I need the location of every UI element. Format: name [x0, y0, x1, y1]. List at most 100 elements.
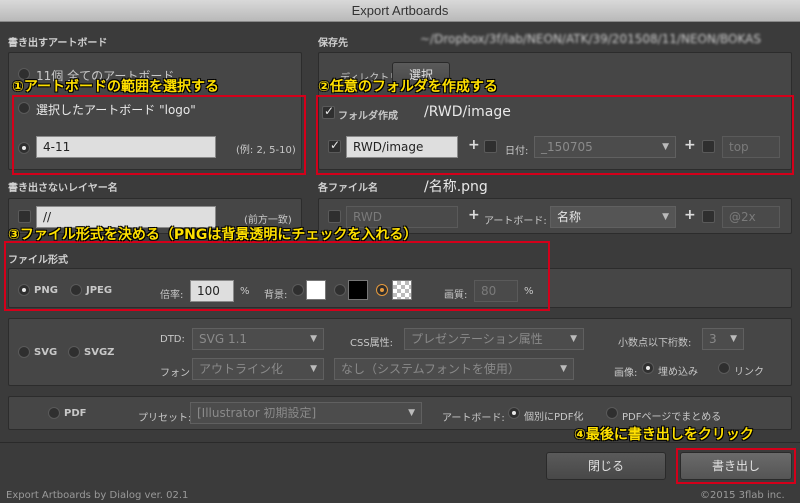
annotation-4: ④最後に書き出しをクリック — [574, 427, 754, 443]
chevron-down-icon: ▼ — [662, 142, 669, 152]
export-artboards-heading: 書き出すアートボード — [8, 38, 108, 49]
range-input[interactable]: 4-11 — [36, 136, 216, 158]
top-checkbox[interactable] — [702, 140, 715, 153]
plus-icon: + — [684, 137, 696, 153]
exclude-layers-heading: 書き出さないレイヤー名 — [8, 183, 118, 194]
link-radio[interactable] — [718, 362, 730, 374]
font-subset-value: なし（システムフォントを使用） — [341, 362, 520, 376]
date-checkbox[interactable] — [484, 140, 497, 153]
font-subset-select[interactable]: なし（システムフォントを使用） ▼ — [334, 358, 574, 380]
embed-radio[interactable] — [642, 362, 654, 374]
folder-checkbox[interactable] — [328, 138, 341, 153]
artboard-name-value: 名称 — [557, 210, 582, 224]
font-value: アウトライン化 — [199, 362, 284, 376]
file-names-heading: 各ファイル名 — [318, 183, 378, 194]
link-label: リンク — [734, 367, 764, 378]
bg-white-radio[interactable] — [292, 284, 304, 296]
quality-input[interactable]: 80 — [474, 280, 518, 302]
bg-transparent-radio[interactable] — [376, 284, 388, 296]
individual-pdf-radio[interactable] — [508, 407, 520, 419]
file-name-preview: /名称.png — [424, 179, 488, 195]
dtd-value: SVG 1.1 — [199, 332, 248, 346]
chevron-down-icon: ▼ — [730, 334, 737, 344]
dtd-select[interactable]: SVG 1.1 ▼ — [192, 328, 324, 350]
plus-icon: + — [468, 137, 480, 153]
quality-unit: % — [524, 286, 534, 297]
window-title: Export Artboards — [0, 0, 800, 22]
top-input[interactable]: top — [722, 136, 780, 158]
jpeg-radio[interactable] — [70, 284, 82, 296]
chevron-down-icon: ▼ — [408, 408, 415, 418]
svg-radio[interactable] — [18, 346, 30, 358]
svgz-radio[interactable] — [68, 346, 80, 358]
decimal-select[interactable]: 3 ▼ — [702, 328, 744, 350]
plus-icon: + — [468, 207, 480, 223]
create-folder-label: フォルダ作成 — [338, 111, 398, 122]
css-select[interactable]: プレゼンテーション属性 ▼ — [404, 328, 584, 350]
font-select[interactable]: アウトライン化 ▼ — [192, 358, 324, 380]
preset-select[interactable]: [Illustrator 初期設定] ▼ — [190, 402, 422, 424]
plus-icon: + — [684, 207, 696, 223]
scale-unit: % — [240, 286, 250, 297]
artboard-name-select[interactable]: 名称 ▼ — [550, 206, 676, 228]
pdf-radio[interactable] — [48, 407, 60, 419]
create-folder-checkbox[interactable] — [322, 104, 335, 119]
decimal-label: 小数点以下桁数: — [618, 338, 692, 349]
individual-pdf-label: 個別にPDF化 — [524, 412, 584, 423]
folder-preview: /RWD/image — [424, 104, 511, 120]
jpeg-label: JPEG — [86, 285, 113, 296]
pdf-label: PDF — [64, 408, 87, 419]
selected-artboard-label: 選択したアートボード "logo" — [36, 103, 196, 117]
annotation-1: ①アートボードの範囲を選択する — [12, 79, 220, 95]
image-label: 画像: — [614, 368, 638, 379]
range-radio[interactable] — [18, 142, 30, 154]
range-hint: (例: 2, 5-10) — [236, 145, 296, 156]
chevron-down-icon: ▼ — [662, 212, 669, 222]
chevron-down-icon: ▼ — [310, 364, 317, 374]
artboard-name-label: アートボード: — [484, 216, 547, 227]
chevron-down-icon: ▼ — [560, 364, 567, 374]
annotation-3: ③ファイル形式を決める（PNGは背景透明にチェックを入れる） — [8, 227, 418, 243]
close-button[interactable]: 閉じる — [546, 452, 666, 480]
date-label: 日付: — [505, 146, 529, 157]
black-swatch[interactable] — [348, 280, 368, 300]
destination-heading: 保存先 — [318, 38, 348, 49]
footer-copyright: ©2015 3flab inc. — [700, 490, 785, 501]
png-radio[interactable] — [18, 284, 30, 296]
footer-version: Export Artboards by Dialog ver. 02.1 — [6, 490, 189, 501]
svgz-label: SVGZ — [84, 347, 115, 358]
embed-label: 埋め込み — [658, 367, 698, 378]
dtd-label: DTD: — [160, 334, 185, 345]
combine-pdf-radio[interactable] — [606, 407, 618, 419]
prefix-checkbox[interactable] — [328, 210, 341, 223]
transparent-swatch[interactable] — [392, 280, 412, 300]
quality-label: 画質: — [444, 290, 468, 301]
background-label: 背景: — [264, 290, 288, 301]
svg-label: SVG — [34, 347, 58, 358]
scale-label: 倍率: — [160, 290, 184, 301]
annotation-2: ②任意のフォルダを作成する — [318, 79, 498, 95]
bg-black-radio[interactable] — [334, 284, 346, 296]
scale-input[interactable]: 100 — [190, 280, 234, 302]
suffix-checkbox[interactable] — [702, 210, 715, 223]
exclude-layers-checkbox[interactable] — [18, 210, 31, 223]
date-value: _150705 — [541, 140, 593, 154]
combine-pdf-label: PDFページでまとめる — [622, 412, 722, 423]
preset-value: [Illustrator 初期設定] — [197, 406, 317, 420]
file-format-heading: ファイル形式 — [8, 255, 68, 266]
white-swatch[interactable] — [306, 280, 326, 300]
css-value: プレゼンテーション属性 — [411, 332, 543, 346]
preset-label: プリセット: — [138, 413, 192, 424]
css-label: CSS属性: — [350, 338, 394, 349]
export-button[interactable]: 書き出し — [680, 452, 792, 480]
png-label: PNG — [34, 285, 58, 296]
selected-artboard-radio[interactable] — [18, 102, 30, 114]
chevron-down-icon: ▼ — [310, 334, 317, 344]
folder-name-input[interactable]: RWD/image — [346, 136, 458, 158]
suffix-input[interactable]: @2x — [722, 206, 780, 228]
chevron-down-icon: ▼ — [570, 334, 577, 344]
date-select[interactable]: _150705 ▼ — [534, 136, 676, 158]
decimal-value: 3 — [709, 332, 717, 346]
destination-path: ~/Dropbox/3f/lab/NEON/ATK/39/201508/11/N… — [420, 32, 761, 46]
pdf-artboard-label: アートボード: — [442, 413, 505, 424]
